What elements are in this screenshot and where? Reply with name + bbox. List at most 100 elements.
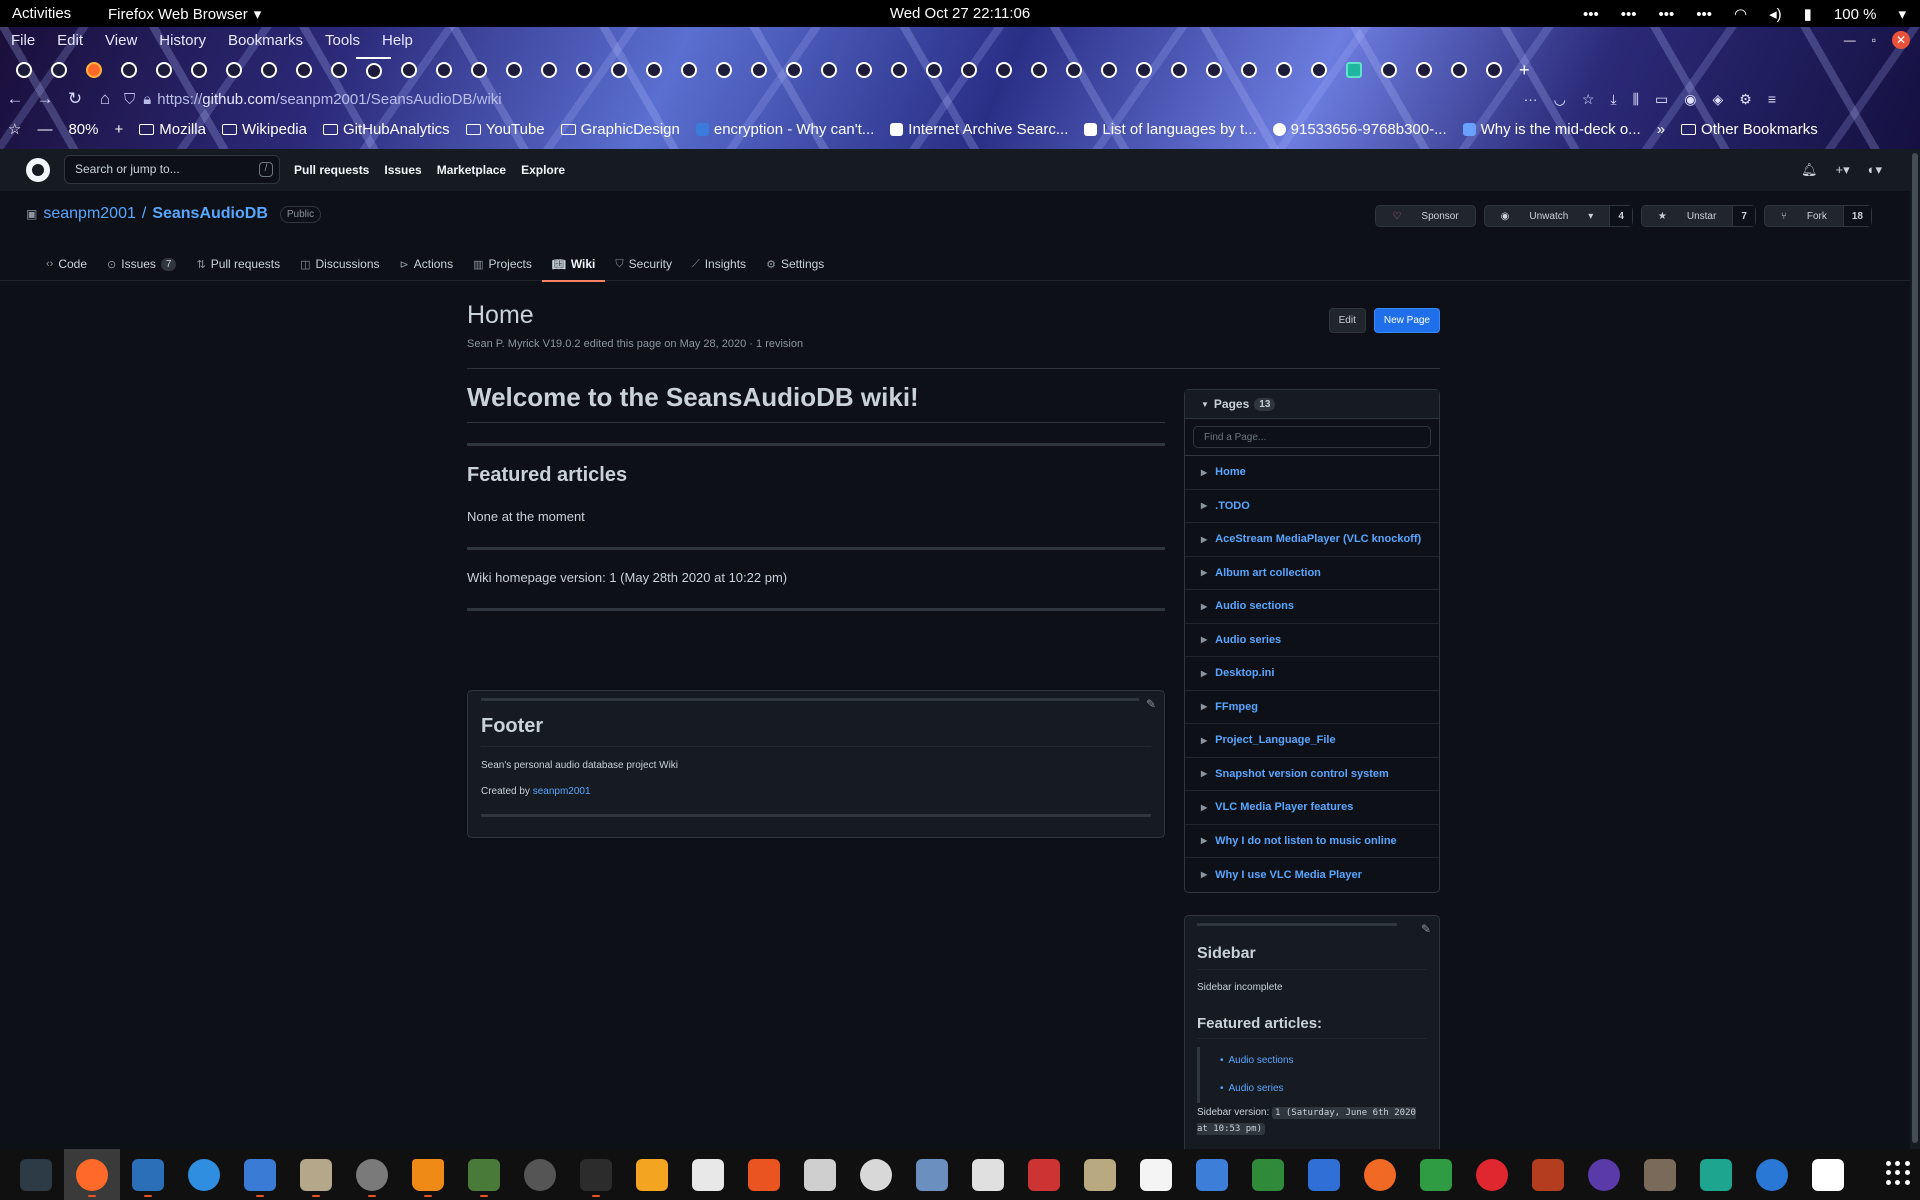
- fork-button[interactable]: ⑂ Fork 18: [1763, 205, 1872, 227]
- tab-settings[interactable]: ⚙ Settings: [756, 247, 834, 281]
- dock-disk-usage[interactable]: [848, 1149, 904, 1200]
- dock-vlc[interactable]: [400, 1149, 456, 1200]
- tab[interactable]: [1266, 57, 1301, 83]
- tab[interactable]: [811, 57, 846, 83]
- dock-software-updater[interactable]: [512, 1149, 568, 1200]
- pages-header[interactable]: ▼ Pages 13: [1185, 390, 1439, 419]
- repo-owner-link[interactable]: seanpm2001: [43, 205, 136, 223]
- chevron-down-icon[interactable]: ▾: [1898, 5, 1906, 23]
- close-icon[interactable]: ✕: [1892, 31, 1910, 49]
- tab-projects[interactable]: ▥ Projects: [463, 247, 542, 281]
- dock-search[interactable]: [792, 1149, 848, 1200]
- bookmark-image[interactable]: 91533656-9768b300-...: [1265, 121, 1455, 138]
- plus-icon[interactable]: +▾: [1835, 162, 1849, 178]
- caret-right-icon[interactable]: ▶: [1201, 870, 1207, 879]
- tab-active[interactable]: [356, 57, 391, 83]
- url-bar[interactable]: ⛉ 🔒︎ https://github.com/seanpm2001/Seans…: [124, 87, 1776, 111]
- pocket-icon[interactable]: ◡: [1554, 91, 1566, 108]
- dock-writer[interactable]: [120, 1149, 176, 1200]
- tab[interactable]: [846, 57, 881, 83]
- caret-right-icon[interactable]: ▶: [1201, 702, 1207, 711]
- tab[interactable]: [776, 57, 811, 83]
- dock-thunderbird[interactable]: [1744, 1149, 1800, 1200]
- dock-document-viewer[interactable]: [960, 1149, 1016, 1200]
- shield-icon[interactable]: ⛉: [124, 91, 135, 108]
- more-icon[interactable]: •••: [1659, 6, 1675, 23]
- nav-issues[interactable]: Issues: [384, 163, 421, 177]
- page-link[interactable]: ▶ Audio sections: [1185, 590, 1439, 624]
- edit-button[interactable]: Edit: [1328, 308, 1366, 333]
- dock-screenshot[interactable]: [904, 1149, 960, 1200]
- caret-right-icon[interactable]: ▶: [1201, 669, 1207, 678]
- activities-button[interactable]: Activities: [12, 5, 71, 22]
- caret-right-icon[interactable]: ▶: [1201, 803, 1207, 812]
- page-link[interactable]: ▶ VLC Media Player features: [1185, 791, 1439, 825]
- bookmark-internet-archive[interactable]: Internet Archive Searc...: [882, 121, 1076, 138]
- menu-edit[interactable]: Edit: [46, 27, 94, 55]
- tab[interactable]: [41, 57, 76, 83]
- tab[interactable]: [76, 57, 111, 83]
- caret-right-icon[interactable]: ▶: [1201, 602, 1207, 611]
- tab[interactable]: [216, 57, 251, 83]
- zoom-out-button[interactable]: —: [29, 121, 60, 138]
- tab[interactable]: [1021, 57, 1056, 83]
- dock-software-center[interactable]: [736, 1149, 792, 1200]
- more-icon[interactable]: ···: [1524, 91, 1538, 108]
- caret-right-icon[interactable]: ▶: [1201, 535, 1207, 544]
- tab[interactable]: [461, 57, 496, 83]
- dock-character-map[interactable]: [1128, 1149, 1184, 1200]
- dock-calculator[interactable]: [624, 1149, 680, 1200]
- nav-explore[interactable]: Explore: [521, 163, 565, 177]
- caret-right-icon[interactable]: ▶: [1201, 769, 1207, 778]
- sponsor-button[interactable]: ♡ Sponsor: [1375, 205, 1476, 227]
- tab[interactable]: [1196, 57, 1231, 83]
- more-icon[interactable]: •••: [1621, 6, 1637, 23]
- tab[interactable]: [1406, 57, 1441, 83]
- minimize-icon[interactable]: —: [1844, 33, 1856, 47]
- caret-right-icon[interactable]: ▶: [1201, 736, 1207, 745]
- tab[interactable]: [426, 57, 461, 83]
- dock-terminal[interactable]: [568, 1149, 624, 1200]
- nav-pull-requests[interactable]: Pull requests: [294, 163, 369, 177]
- bell-icon[interactable]: 🔔︎: [1801, 162, 1818, 178]
- bookmark-star-icon[interactable]: ☆: [0, 120, 29, 138]
- bookmark-folder-mozilla[interactable]: Mozilla: [131, 121, 214, 138]
- caret-right-icon[interactable]: ▶: [1201, 501, 1207, 510]
- bookmark-list-of-languages[interactable]: List of languages by t...: [1076, 121, 1264, 138]
- list-item[interactable]: • Audio sections: [1220, 1047, 1427, 1075]
- tab[interactable]: [601, 57, 636, 83]
- new-page-button[interactable]: New Page: [1373, 308, 1440, 333]
- dock-backups[interactable]: [1352, 1149, 1408, 1200]
- tab[interactable]: [1091, 57, 1126, 83]
- page-link[interactable]: ▶ Home: [1185, 456, 1439, 490]
- tab-wiki[interactable]: 📖︎ Wiki: [541, 247, 606, 282]
- tab-insights[interactable]: ⟋ Insights: [682, 247, 756, 281]
- tab[interactable]: [1476, 57, 1511, 83]
- author-link[interactable]: seanpm2001: [533, 786, 591, 797]
- page-link[interactable]: ▶ Desktop.ini: [1185, 657, 1439, 691]
- dock-problem-report[interactable]: [1464, 1149, 1520, 1200]
- tab[interactable]: [111, 57, 146, 83]
- reload-icon[interactable]: ↻: [60, 89, 90, 109]
- dock-game[interactable]: [1520, 1149, 1576, 1200]
- tab[interactable]: [1161, 57, 1196, 83]
- dock-firefox[interactable]: [64, 1149, 120, 1200]
- star-icon[interactable]: ☆: [1582, 91, 1595, 108]
- other-bookmarks[interactable]: Other Bookmarks: [1673, 121, 1826, 138]
- watch-count[interactable]: 4: [1609, 206, 1632, 226]
- github-logo-icon[interactable]: [26, 158, 50, 182]
- dock-gimp[interactable]: [1632, 1149, 1688, 1200]
- dock-extensions[interactable]: [456, 1149, 512, 1200]
- tab[interactable]: [391, 57, 426, 83]
- caret-right-icon[interactable]: ▶: [1201, 568, 1207, 577]
- new-tab-button[interactable]: +: [1519, 60, 1530, 81]
- system-tray[interactable]: ••• ••• ••• ••• ◠ ◂) ▮ 100 % ▾: [1583, 5, 1906, 24]
- page-link[interactable]: ▶ Album art collection: [1185, 557, 1439, 590]
- tab[interactable]: [1441, 57, 1476, 83]
- menu-help[interactable]: Help: [371, 27, 424, 55]
- dock-spreadsheet[interactable]: [1408, 1149, 1464, 1200]
- lock-icon[interactable]: 🔒︎: [143, 91, 151, 108]
- repo-name-link[interactable]: SeansAudioDB: [152, 205, 268, 223]
- tab[interactable]: [1231, 57, 1266, 83]
- tab[interactable]: [531, 57, 566, 83]
